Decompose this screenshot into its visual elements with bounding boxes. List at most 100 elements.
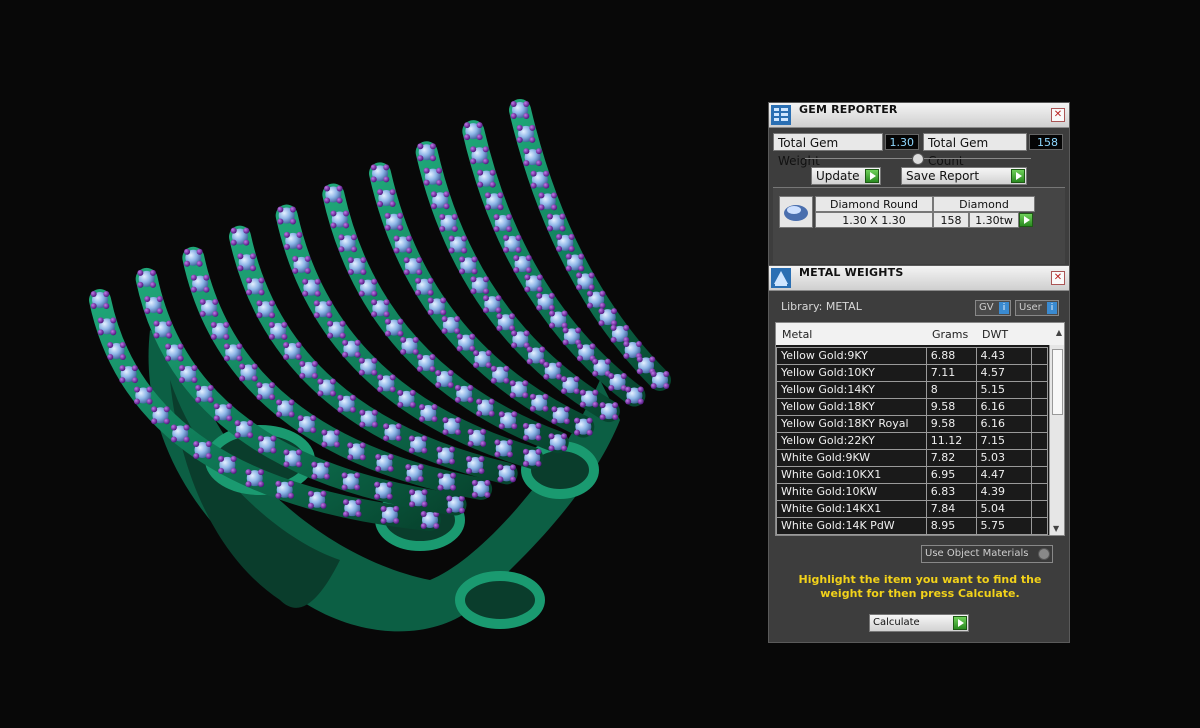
- prong: [482, 307, 489, 314]
- prong: [523, 148, 530, 155]
- gem-count: 158: [933, 212, 969, 228]
- column-header-grams[interactable]: Grams: [932, 328, 968, 341]
- prong: [196, 248, 203, 255]
- prong: [199, 310, 206, 317]
- update-button[interactable]: Update: [811, 167, 881, 185]
- column-header-dwt[interactable]: DWT: [982, 328, 1008, 341]
- prong: [178, 376, 185, 383]
- prong: [416, 257, 423, 264]
- prong: [371, 369, 378, 376]
- slider-handle-icon[interactable]: [912, 153, 924, 165]
- prong: [377, 374, 384, 381]
- table-row[interactable]: Yellow Gold:22KY 11.12 7.15: [776, 432, 1048, 450]
- prong: [476, 398, 483, 405]
- gem-reporter-titlebar[interactable]: GEM REPORTER ✕: [769, 103, 1069, 128]
- prong: [311, 372, 318, 379]
- prong: [329, 390, 336, 397]
- prong: [245, 469, 252, 476]
- prong: [302, 290, 309, 297]
- prong: [292, 267, 299, 274]
- prong: [574, 417, 581, 424]
- prong: [542, 405, 549, 412]
- prong: [90, 303, 97, 309]
- gv-toggle[interactable]: GV i: [975, 300, 1011, 316]
- prong: [451, 225, 458, 232]
- metal-table[interactable]: Metal Grams DWT ▲ Yellow Gold:9KY 6.88 4.4…: [775, 322, 1065, 536]
- save-report-button-label: Save Report: [906, 169, 980, 183]
- scrollbar-thumb[interactable]: [1052, 349, 1063, 415]
- prong: [620, 372, 627, 379]
- prong: [408, 435, 415, 442]
- prong: [427, 289, 434, 296]
- prong: [440, 297, 447, 304]
- prong: [576, 284, 583, 291]
- play-icon: [953, 616, 967, 630]
- save-report-button[interactable]: Save Report: [901, 167, 1027, 185]
- prong: [295, 342, 302, 349]
- table-row[interactable]: White Gold:14K PdW 8.95 5.75: [776, 517, 1048, 535]
- prong: [256, 312, 263, 319]
- cell-spacer: [1031, 415, 1048, 433]
- prong: [454, 316, 461, 322]
- prong: [393, 505, 400, 512]
- prong: [421, 447, 428, 454]
- use-object-materials-button[interactable]: Use Object Materials: [921, 545, 1053, 563]
- scale-icon: [771, 268, 791, 288]
- prong: [494, 451, 501, 458]
- prong: [213, 403, 220, 410]
- prong: [349, 394, 356, 401]
- column-header-metal[interactable]: Metal: [782, 328, 812, 341]
- prong: [469, 333, 476, 340]
- table-row[interactable]: White Gold:10KW 6.83 4.39: [776, 483, 1048, 501]
- prong: [612, 402, 619, 409]
- prong: [480, 440, 487, 447]
- prong: [538, 192, 545, 199]
- prong: [488, 410, 495, 417]
- prong: [592, 401, 599, 408]
- gem-thumbnail[interactable]: [779, 196, 813, 228]
- prong: [317, 390, 324, 397]
- prong: [467, 396, 474, 403]
- prong: [625, 398, 632, 405]
- prong: [281, 333, 288, 340]
- prong: [522, 380, 529, 387]
- prong: [548, 322, 555, 329]
- prong: [191, 364, 198, 371]
- prong: [556, 233, 563, 240]
- gem-details-button[interactable]: [1019, 213, 1033, 227]
- calculate-button[interactable]: Calculate: [869, 614, 969, 632]
- prong: [343, 222, 350, 229]
- table-row[interactable]: White Gold:9KW 7.82 5.03: [776, 449, 1048, 467]
- prong: [269, 382, 276, 389]
- prong: [336, 185, 343, 192]
- prong: [522, 448, 529, 455]
- prong: [337, 406, 344, 413]
- table-row[interactable]: Yellow Gold:18KY 9.58 6.16: [776, 398, 1048, 416]
- prong: [288, 399, 295, 406]
- prong: [275, 411, 282, 418]
- user-toggle[interactable]: User i: [1015, 300, 1059, 316]
- table-row[interactable]: White Gold:10KX1 6.95 4.47: [776, 466, 1048, 484]
- prong: [467, 440, 474, 447]
- prong: [515, 246, 522, 253]
- prong: [311, 360, 318, 367]
- table-row[interactable]: Yellow Gold:9KY 6.88 4.43: [776, 347, 1048, 365]
- prong: [511, 342, 518, 349]
- prong: [387, 453, 394, 460]
- prong: [153, 332, 160, 339]
- cell-metal: Yellow Gold:18KY Royal: [776, 415, 927, 433]
- close-icon[interactable]: ✕: [1051, 271, 1065, 285]
- prong: [503, 365, 510, 372]
- table-row[interactable]: White Gold:14KX1 7.84 5.04: [776, 500, 1048, 518]
- table-row[interactable]: Yellow Gold:10KY 7.11 4.57: [776, 364, 1048, 382]
- close-icon[interactable]: ✕: [1051, 108, 1065, 122]
- 3d-viewport[interactable]: [0, 0, 760, 724]
- table-row[interactable]: Yellow Gold:18KY Royal 9.58 6.16: [776, 415, 1048, 433]
- prong: [562, 339, 569, 346]
- table-row[interactable]: Yellow Gold:14KY 8 5.15: [776, 381, 1048, 399]
- metal-weights-titlebar[interactable]: METAL WEIGHTS ✕: [769, 266, 1069, 291]
- scroll-down-icon[interactable]: ▼: [1053, 524, 1059, 533]
- table-scrollbar[interactable]: ▼: [1049, 345, 1064, 535]
- scroll-up-icon[interactable]: ▲: [1056, 328, 1062, 337]
- prong: [436, 446, 443, 453]
